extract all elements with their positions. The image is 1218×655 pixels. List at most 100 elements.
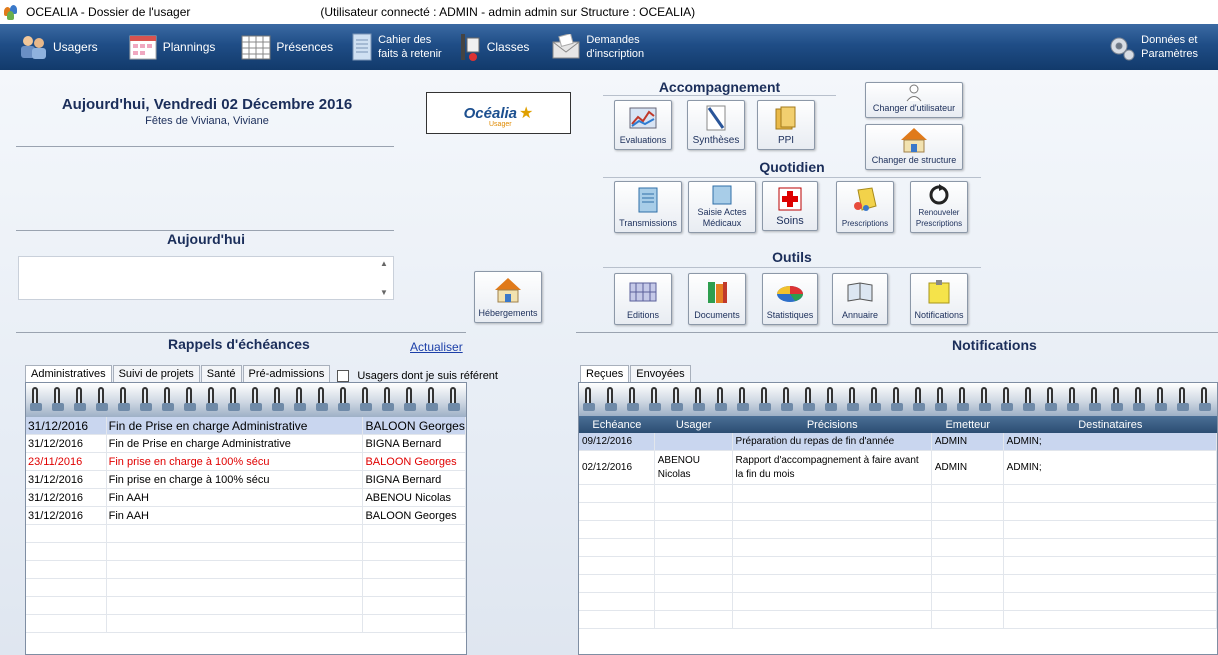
- spiral-ring: [1023, 387, 1035, 411]
- transmissions-label: Transmissions: [619, 218, 677, 228]
- referent-checkbox[interactable]: Usagers dont je suis référent: [337, 370, 498, 382]
- spiral-ring: [250, 387, 262, 411]
- table-row[interactable]: 02/12/2016 ABENOU Nicolas Rapport d'accomp…: [579, 451, 1217, 485]
- col-echeance[interactable]: Echéance: [579, 416, 655, 433]
- table-row[interactable]: [26, 579, 466, 597]
- notebook-icon: [351, 32, 373, 62]
- prescriptions-button[interactable]: Prescriptions: [836, 181, 894, 233]
- table-cell: [363, 561, 466, 578]
- tab-recues[interactable]: Reçues: [580, 365, 630, 382]
- syntheses-button[interactable]: Synthèses: [687, 100, 745, 150]
- table-row[interactable]: [579, 485, 1217, 503]
- rappels-rows: 31/12/2016 Fin de Prise en charge Adminis…: [26, 417, 466, 633]
- table-row[interactable]: [579, 575, 1217, 593]
- tab-administratives[interactable]: Administratives: [25, 365, 112, 382]
- spiral-ring: [52, 387, 64, 411]
- table-cell: ADMIN: [932, 433, 1004, 450]
- actualiser-link[interactable]: Actualiser: [410, 340, 463, 354]
- evaluations-label: Evaluations: [619, 135, 667, 145]
- saisie-actes-button[interactable]: Saisie Actes Médicaux: [688, 181, 756, 233]
- documents-button[interactable]: Documents: [688, 273, 746, 325]
- pen-document-icon: [703, 101, 729, 135]
- table-row[interactable]: [26, 615, 466, 633]
- spiral-ring: [426, 387, 438, 411]
- statistiques-button[interactable]: Statistiques: [762, 273, 818, 325]
- tab-suivi-projets[interactable]: Suivi de projets: [112, 365, 200, 382]
- demandes-label: Demandes d'inscription: [586, 33, 644, 61]
- table-row[interactable]: [26, 543, 466, 561]
- syntheses-label: Synthèses: [692, 135, 740, 146]
- demandes-inscription-button[interactable]: Demandes d'inscription: [545, 24, 650, 70]
- notifications-button[interactable]: Notifications: [910, 273, 968, 325]
- table-row[interactable]: [26, 525, 466, 543]
- soins-button[interactable]: Soins: [762, 181, 818, 231]
- transmissions-button[interactable]: Transmissions: [614, 181, 682, 233]
- table-row[interactable]: [579, 521, 1217, 539]
- table-cell: 31/12/2016: [26, 417, 107, 434]
- table-cell: BALOON Georges: [363, 507, 466, 524]
- col-destinataires[interactable]: Destinataires: [1004, 416, 1217, 433]
- usagers-button[interactable]: Usagers: [12, 24, 104, 70]
- table-cell: Fin prise en charge à 100% sécu: [107, 471, 364, 488]
- notifications-tabs: Reçues Envoyées: [580, 361, 692, 382]
- presences-button[interactable]: Présences: [235, 24, 339, 70]
- evaluations-button[interactable]: Evaluations: [614, 100, 672, 150]
- ppi-button[interactable]: PPI: [757, 100, 815, 150]
- col-precisions[interactable]: Précisions: [733, 416, 932, 433]
- table-row[interactable]: [579, 503, 1217, 521]
- checkbox-box[interactable]: [337, 370, 350, 382]
- tab-sante[interactable]: Santé: [200, 365, 242, 382]
- table-row[interactable]: [579, 611, 1217, 629]
- table-cell: Fin de Prise en charge Administrative: [107, 435, 364, 452]
- cahier-button[interactable]: Cahier des faits à retenir: [345, 24, 448, 70]
- annuaire-label: Annuaire: [841, 310, 879, 320]
- table-row[interactable]: [579, 539, 1217, 557]
- saisie-actes-label: Saisie Actes Médicaux: [697, 207, 746, 229]
- classes-button[interactable]: Classes: [452, 24, 536, 70]
- spiral-ring: [1133, 387, 1145, 411]
- spiral-ring: [1067, 387, 1079, 411]
- col-emetteur[interactable]: Emetteur: [932, 416, 1004, 433]
- scroll-down-icon[interactable]: ▼: [380, 288, 388, 297]
- table-row[interactable]: 31/12/2016 Fin AAH BALOON Georges: [26, 507, 466, 525]
- address-book-icon: [846, 274, 874, 310]
- table-cell: Fin AAH: [107, 489, 364, 506]
- hebergements-button[interactable]: Hébergements: [474, 271, 542, 323]
- spiral-ring: [605, 387, 617, 411]
- donnees-parametres-button[interactable]: Données et Paramètres: [1100, 24, 1204, 70]
- tab-envoyees[interactable]: Envoyées: [630, 365, 691, 382]
- table-row[interactable]: 31/12/2016 Fin de Prise en charge Adminis…: [26, 417, 466, 435]
- table-row[interactable]: 31/12/2016 Fin prise en charge à 100% séc…: [26, 471, 466, 489]
- spiral-ring: [693, 387, 705, 411]
- statistiques-label: Statistiques: [766, 310, 814, 320]
- table-cell: [1004, 503, 1217, 520]
- table-cell: 23/11/2016: [26, 453, 107, 470]
- scrollbar[interactable]: ▲ ▼: [377, 259, 391, 297]
- usagers-label: Usagers: [53, 40, 98, 54]
- renouveler-prescriptions-button[interactable]: Renouveler Prescriptions: [910, 181, 968, 233]
- table-row[interactable]: [579, 593, 1217, 611]
- spiral-ring: [1177, 387, 1189, 411]
- table-row[interactable]: 31/12/2016 Fin AAH ABENOU Nicolas: [26, 489, 466, 507]
- tab-pre-admissions[interactable]: Pré-admissions: [242, 365, 331, 382]
- table-cell: [26, 543, 107, 560]
- scroll-up-icon[interactable]: ▲: [380, 259, 388, 268]
- table-row[interactable]: [26, 597, 466, 615]
- editions-button[interactable]: Editions: [614, 273, 672, 325]
- plannings-button[interactable]: Plannings: [122, 24, 222, 70]
- table-row[interactable]: [26, 561, 466, 579]
- table-row[interactable]: 09/12/2016 Préparation du repas de fin d'…: [579, 433, 1217, 451]
- spiral-ring: [1001, 387, 1013, 411]
- table-cell: BIGNA Bernard: [363, 435, 466, 452]
- today-textarea[interactable]: ▲ ▼: [18, 256, 394, 300]
- table-row[interactable]: [579, 557, 1217, 575]
- annuaire-button[interactable]: Annuaire: [832, 273, 888, 325]
- changer-utilisateur-button[interactable]: Changer d'utilisateur: [865, 82, 963, 118]
- table-row[interactable]: 23/11/2016 Fin prise en charge à 100% séc…: [26, 453, 466, 471]
- soins-label: Soins: [776, 215, 804, 227]
- table-cell: BALOON Georges: [363, 453, 466, 470]
- prescriptions-label: Prescriptions: [841, 219, 889, 228]
- table-row[interactable]: 31/12/2016 Fin de Prise en charge Adminis…: [26, 435, 466, 453]
- col-usager[interactable]: Usager: [655, 416, 733, 433]
- spiral-ring: [583, 387, 595, 411]
